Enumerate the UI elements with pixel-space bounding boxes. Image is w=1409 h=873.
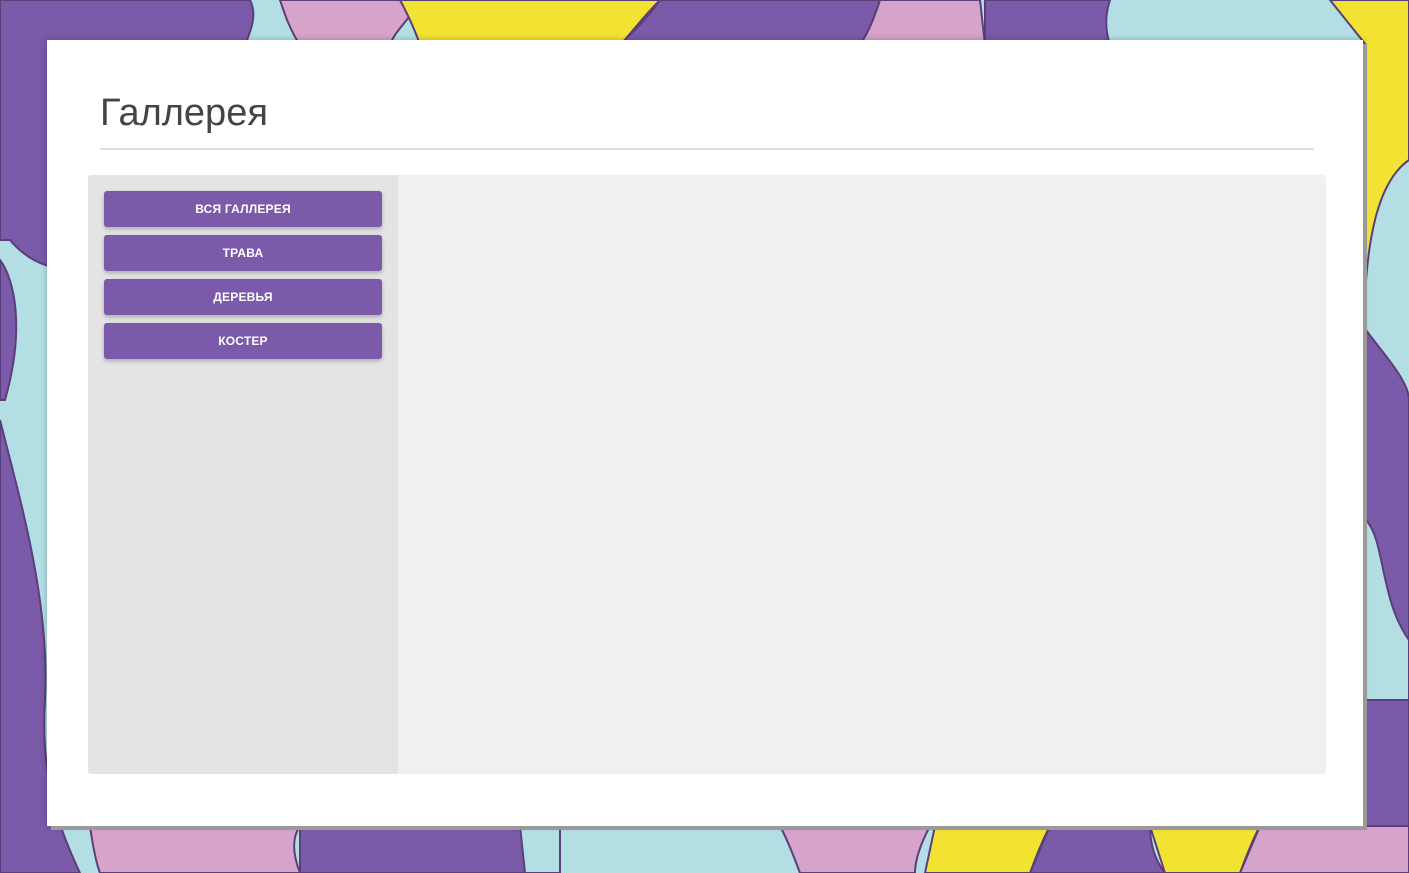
filter-all-gallery-button[interactable]: ВСЯ ГАЛЛЕРЕЯ bbox=[104, 191, 382, 227]
gallery-card: Галлерея ВСЯ ГАЛЛЕРЕЯ ТРАВА ДЕРЕВЬЯ КОСТ… bbox=[47, 40, 1363, 826]
category-sidebar: ВСЯ ГАЛЛЕРЕЯ ТРАВА ДЕРЕВЬЯ КОСТЕР bbox=[88, 175, 398, 774]
gallery-content-area bbox=[398, 175, 1326, 774]
filter-grass-button[interactable]: ТРАВА bbox=[104, 235, 382, 271]
filter-campfire-button[interactable]: КОСТЕР bbox=[104, 323, 382, 359]
filter-trees-button[interactable]: ДЕРЕВЬЯ bbox=[104, 279, 382, 315]
page-title: Галлерея bbox=[100, 92, 268, 134]
title-divider bbox=[100, 148, 1314, 150]
